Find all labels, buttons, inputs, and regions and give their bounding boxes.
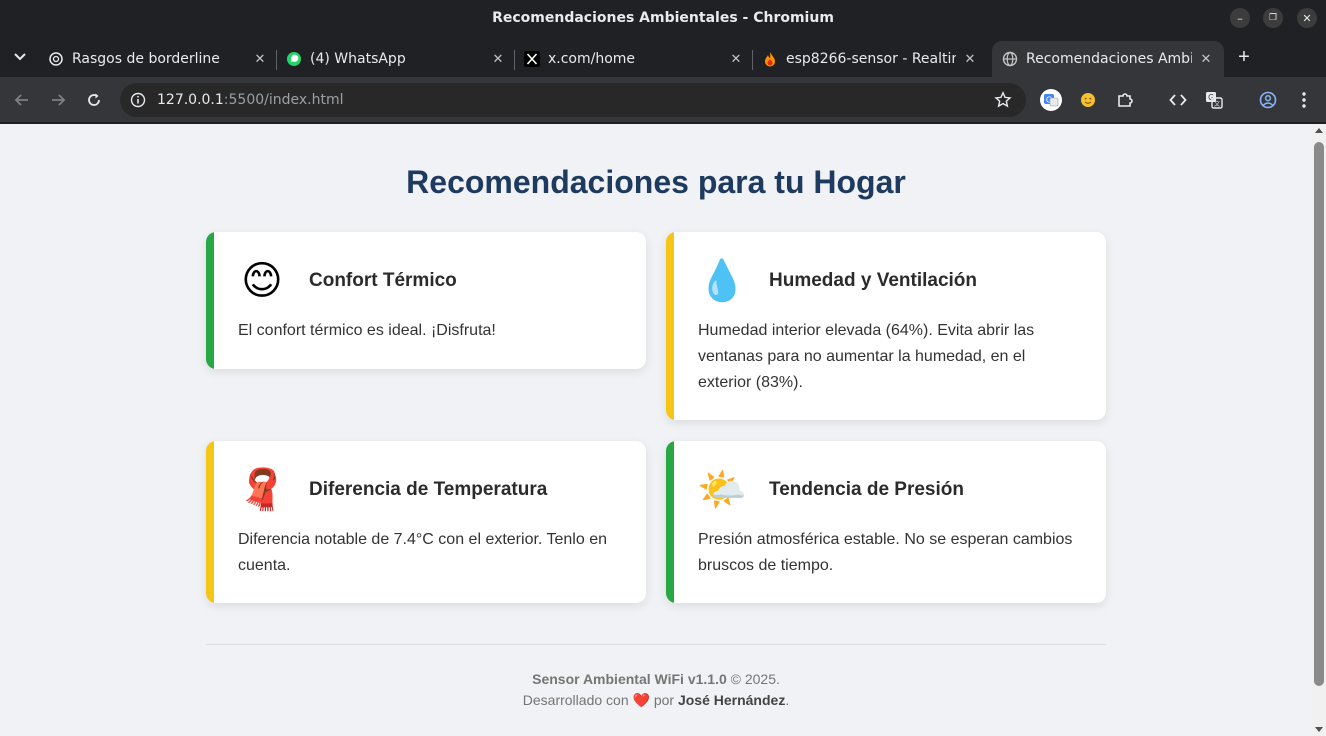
chevron-down-icon [14, 53, 26, 61]
product-version: Sensor Ambiental WiFi v1.1.0 [532, 671, 727, 687]
emoji-extension[interactable] [1077, 89, 1099, 111]
page-footer: Sensor Ambiental WiFi v1.1.0 © 2025. Des… [0, 669, 1312, 711]
translate-icon: G文 [1206, 92, 1223, 109]
copyright: © 2025. [730, 671, 780, 687]
svg-text:文: 文 [1214, 100, 1220, 108]
tab-label: Recomendaciones Ambie [1026, 51, 1192, 67]
page-viewport: Recomendaciones para tu Hogar 😊 Confort … [0, 124, 1312, 736]
by-text: por [653, 692, 675, 708]
whatsapp-icon [286, 51, 302, 67]
scarf-icon: 🧣 [237, 467, 287, 513]
status-accent-bar [206, 441, 214, 603]
window-title: Recomendaciones Ambientales - Chromium [492, 10, 834, 26]
card-text: Presión atmosférica estable. No se esper… [698, 531, 1073, 574]
status-accent-bar [206, 232, 214, 369]
card-title: Humedad y Ventilación [769, 270, 977, 291]
card-diferencia-temperatura: 🧣 Diferencia de Temperatura Diferencia n… [206, 441, 646, 603]
translate-page-button[interactable]: G文 [1203, 89, 1225, 111]
heart-icon: ❤️ [632, 692, 650, 708]
tab-rasgos[interactable]: Rasgos de borderline ✕ [38, 41, 278, 77]
card-text: El confort térmico es ideal. ¡Disfruta! [238, 322, 496, 339]
url-path: :5500/index.html [223, 92, 344, 108]
tab-x-home[interactable]: x.com/home ✕ [514, 41, 754, 77]
page-title: Recomendaciones para tu Hogar [406, 164, 906, 200]
browser-menu-button[interactable] [1293, 89, 1315, 111]
bookmark-star-icon[interactable] [994, 91, 1012, 109]
google-translate-icon: G [1040, 89, 1062, 111]
tab-search-button[interactable] [8, 46, 32, 68]
back-button[interactable] [10, 88, 34, 112]
tab-strip: Rasgos de borderline ✕ (4) WhatsApp ✕ x.… [0, 36, 1326, 77]
card-title: Tendencia de Presión [769, 479, 964, 500]
address-bar[interactable]: 127.0.0.1:5500/index.html [120, 83, 1026, 117]
droplet-icon: 💧 [697, 258, 747, 304]
tab-label: esp8266-sensor - Realtim [786, 51, 956, 67]
smiley-icon [1081, 93, 1095, 107]
close-window-button[interactable]: ✕ [1297, 8, 1317, 28]
url-host: 127.0.0.1 [157, 92, 224, 108]
google-translate-extension[interactable]: G [1040, 89, 1062, 111]
card-confort-termico: 😊 Confort Térmico El confort térmico es … [206, 232, 646, 369]
code-icon [1169, 94, 1187, 106]
browser-toolbar: 127.0.0.1:5500/index.html G G文 [0, 77, 1326, 123]
maximize-button[interactable]: ❐ [1263, 8, 1283, 28]
author-name: José Hernández [677, 692, 786, 708]
tab-label: x.com/home [548, 51, 636, 67]
reload-icon [88, 93, 100, 106]
x-icon [524, 51, 540, 67]
url-text[interactable]: 127.0.0.1:5500/index.html [157, 92, 344, 108]
arrow-right-icon [52, 94, 66, 106]
card-tendencia-presion: 🌤️ Tendencia de Presión Presión atmosfér… [666, 441, 1106, 603]
close-tab-icon[interactable]: ✕ [490, 51, 506, 67]
new-tab-button[interactable]: + [1232, 45, 1256, 69]
restore-icon: ❐ [1268, 13, 1278, 23]
scroll-down-icon[interactable] [1315, 727, 1323, 732]
window-titlebar: Recomendaciones Ambientales - Chromium –… [0, 0, 1326, 36]
made-with-text: Desarrollado con [522, 692, 629, 708]
footer-line-1: Sensor Ambiental WiFi v1.1.0 © 2025. [0, 669, 1312, 690]
chatgpt-icon [48, 51, 64, 67]
footer-period: . [785, 692, 790, 708]
profile-button[interactable] [1257, 89, 1279, 111]
devtools-button[interactable] [1167, 89, 1189, 111]
firebase-icon [762, 51, 778, 67]
kebab-menu-icon [1302, 92, 1306, 108]
close-tab-icon[interactable]: ✕ [962, 51, 978, 67]
arrow-left-icon [14, 94, 28, 106]
site-info-icon[interactable] [130, 92, 146, 108]
puzzle-icon [1118, 93, 1133, 107]
status-accent-bar [666, 232, 674, 420]
tab-label: Rasgos de borderline [72, 51, 220, 67]
forward-button[interactable] [46, 88, 70, 112]
card-text: Diferencia notable de 7.4°C con el exter… [238, 531, 607, 574]
smiling-face-icon: 😊 [241, 258, 283, 304]
plus-icon: + [1238, 45, 1250, 68]
card-humedad-ventilacion: 💧 Humedad y Ventilación Humedad interior… [666, 232, 1106, 420]
tab-label: (4) WhatsApp [310, 51, 406, 67]
scroll-thumb[interactable] [1314, 142, 1324, 686]
reload-button[interactable] [82, 88, 106, 112]
scroll-up-icon[interactable] [1315, 128, 1323, 133]
close-icon: ✕ [1302, 11, 1312, 25]
card-title: Diferencia de Temperatura [309, 479, 548, 500]
tab-esp8266[interactable]: esp8266-sensor - Realtim ✕ [752, 41, 988, 77]
card-title: Confort Térmico [309, 270, 457, 291]
close-tab-icon[interactable]: ✕ [1198, 51, 1214, 67]
close-tab-icon[interactable]: ✕ [728, 51, 744, 67]
profile-avatar-icon [1259, 91, 1277, 109]
footer-line-2: Desarrollado con ❤️ por José Hernández. [0, 690, 1312, 711]
globe-icon [1002, 51, 1018, 67]
close-tab-icon[interactable]: ✕ [252, 51, 268, 67]
page-scrollbar[interactable] [1312, 124, 1326, 736]
footer-divider [206, 644, 1106, 645]
minimize-button[interactable]: – [1230, 8, 1250, 28]
tab-whatsapp[interactable]: (4) WhatsApp ✕ [276, 41, 516, 77]
tab-recomendaciones[interactable]: Recomendaciones Ambie ✕ [992, 41, 1224, 77]
status-accent-bar [666, 441, 674, 603]
minimize-icon: – [1237, 11, 1243, 25]
card-text: Humedad interior elevada (64%). Evita ab… [698, 322, 1035, 391]
extensions-button[interactable] [1114, 89, 1136, 111]
sun-behind-cloud-icon: 🌤️ [697, 467, 747, 513]
